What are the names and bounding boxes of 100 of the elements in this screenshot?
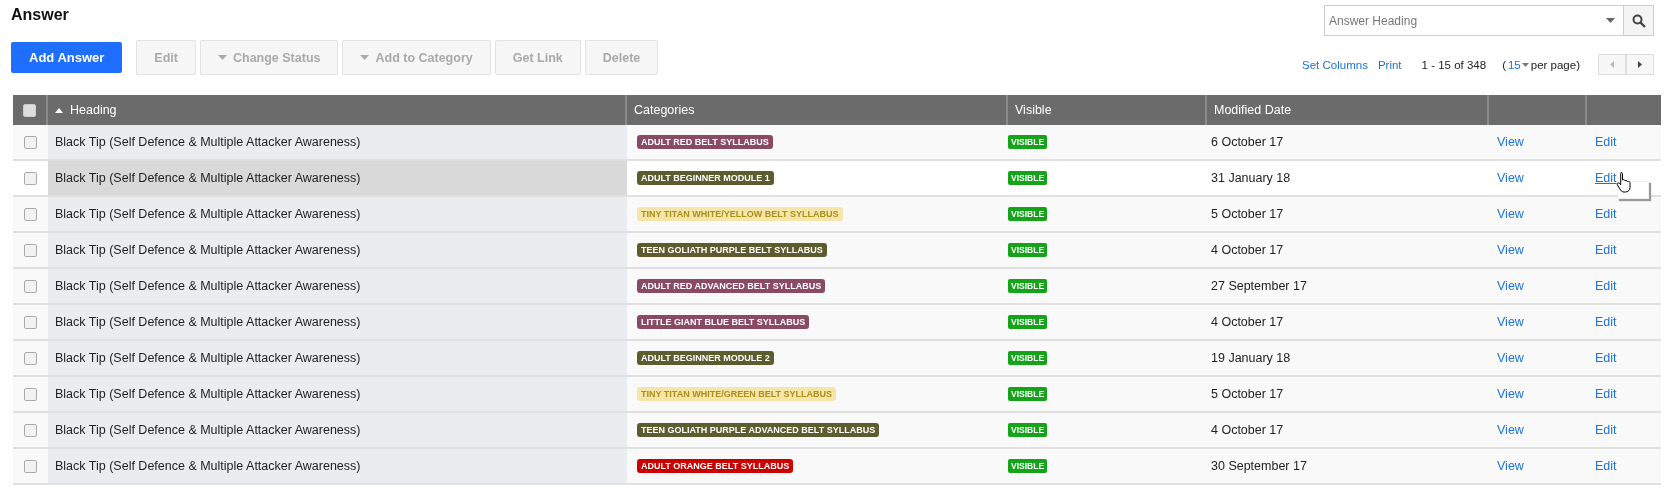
table-row[interactable]: Black Tip (Self Defence & Multiple Attacker Awareness) TEEN GOLIATH PURPLE ADVANCED BELT SYLLABUS VISIBLE 4 October 17 View Edit xyxy=(13,413,1661,449)
view-link[interactable]: View xyxy=(1497,387,1524,401)
edit-link[interactable]: Edit xyxy=(1595,459,1617,473)
column-header[interactable]: Categories xyxy=(634,103,695,117)
row-checkbox[interactable] xyxy=(24,207,37,221)
column-header[interactable]: Heading xyxy=(70,103,117,117)
table-row[interactable]: Black Tip (Self Defence & Multiple Attacker Awareness) ADULT BEGINNER MODULE 2 VISIBLE 19 January 18 View Edit xyxy=(13,341,1661,377)
table-row[interactable]: Black Tip (Self Defence & Multiple Attacker Awareness) ADULT BEGINNER MODULE 1 VISIBLE 31 January 18 View Edit xyxy=(13,161,1661,197)
heading-cell: Black Tip (Self Defence & Multiple Attacker Awareness) xyxy=(55,171,361,185)
category-tag: LITTLE GIANT BLUE BELT SYLLABUS xyxy=(637,315,810,329)
dropdown-caret-icon xyxy=(1606,18,1615,23)
row-checkbox[interactable] xyxy=(24,423,37,437)
add-answer-button[interactable]: Add Answer xyxy=(11,42,123,73)
row-checkbox[interactable] xyxy=(24,315,37,329)
row-checkbox[interactable] xyxy=(24,459,37,473)
status-tag: VISIBLE xyxy=(1008,387,1048,401)
right-arrow-icon xyxy=(1638,61,1642,68)
category-tag: TEEN GOLIATH PURPLE ADVANCED BELT SYLLABUS xyxy=(637,423,880,437)
per-page-label: per page) xyxy=(1530,58,1580,71)
toolbar-link[interactable]: Print xyxy=(1377,58,1402,71)
heading-cell: Black Tip (Self Defence & Multiple Attacker Awareness) xyxy=(55,387,361,401)
edit-link[interactable]: Edit xyxy=(1595,243,1617,257)
left-arrow-icon xyxy=(1610,61,1614,68)
view-link[interactable]: View xyxy=(1497,243,1524,257)
view-link[interactable]: View xyxy=(1497,279,1524,293)
view-link[interactable]: View xyxy=(1497,315,1524,329)
search-field[interactable]: Answer Heading xyxy=(1324,5,1624,36)
search-icon xyxy=(1631,13,1646,28)
date-cell: 5 October 17 xyxy=(1211,387,1284,401)
select-all-checkbox[interactable] xyxy=(23,103,36,117)
edit-link[interactable]: Edit xyxy=(1595,423,1617,437)
heading-cell: Black Tip (Self Defence & Multiple Attacker Awareness) xyxy=(55,423,361,437)
row-checkbox[interactable] xyxy=(24,387,37,401)
date-cell: 5 October 17 xyxy=(1211,207,1284,221)
row-checkbox[interactable] xyxy=(24,135,37,149)
row-checkbox[interactable] xyxy=(24,279,37,293)
view-link[interactable]: View xyxy=(1497,459,1524,473)
category-tag: TEEN GOLIATH PURPLE BELT SYLLABUS xyxy=(637,243,827,257)
table-row[interactable]: Black Tip (Self Defence & Multiple Attacker Awareness) TEEN GOLIATH PURPLE BELT SYLLABUS VISIBLE 4 October 17 View Edit xyxy=(13,233,1661,269)
heading-cell: Black Tip (Self Defence & Multiple Attacker Awareness) xyxy=(55,279,361,293)
table-row[interactable]: Black Tip (Self Defence & Multiple Attacker Awareness) TINY TITAN WHITE/YELLOW BELT SYLLABUS VISIBLE 5 October 17 View Edit xyxy=(13,197,1661,233)
status-tag: VISIBLE xyxy=(1008,351,1048,365)
status-tag: VISIBLE xyxy=(1008,171,1048,185)
edit-link[interactable]: Edit xyxy=(1595,279,1617,293)
status-tag: VISIBLE xyxy=(1008,207,1048,221)
table-row[interactable]: Black Tip (Self Defence & Multiple Attacker Awareness) ADULT RED BELT SYLLABUS VISIBLE 6 October 17 View Edit xyxy=(13,125,1661,161)
view-link[interactable]: View xyxy=(1497,171,1524,185)
table-row[interactable]: Black Tip (Self Defence & Multiple Attacker Awareness) ADULT ORANGE BELT SYLLABUS VISIBLE 30 September 17 View Edit xyxy=(13,449,1661,485)
next-page-button[interactable] xyxy=(1626,54,1654,75)
status-tag: VISIBLE xyxy=(1008,315,1048,329)
status-tag: VISIBLE xyxy=(1008,423,1048,437)
column-header[interactable]: Modified Date xyxy=(1214,103,1292,117)
edit-link[interactable]: Edit xyxy=(1595,171,1617,185)
view-link[interactable]: View xyxy=(1497,207,1524,221)
status-tag: VISIBLE xyxy=(1008,243,1048,257)
view-link[interactable]: View xyxy=(1497,423,1524,437)
date-cell: 4 October 17 xyxy=(1211,423,1284,437)
table-row[interactable]: Black Tip (Self Defence & Multiple Attacker Awareness) LITTLE GIANT BLUE BELT SYLLABUS VISIBLE 4 October 17 View Edit xyxy=(13,305,1661,341)
status-tag: VISIBLE xyxy=(1008,459,1048,473)
edit-link[interactable]: Edit xyxy=(1595,387,1617,401)
heading-cell: Black Tip (Self Defence & Multiple Attacker Awareness) xyxy=(55,243,361,257)
category-tag: ADULT RED BELT SYLLABUS xyxy=(637,135,773,149)
sort-ascending-icon xyxy=(55,107,63,113)
date-cell: 4 October 17 xyxy=(1211,315,1284,329)
category-tag: TINY TITAN WHITE/YELLOW BELT SYLLABUS xyxy=(637,207,843,221)
date-cell: 30 September 17 xyxy=(1211,459,1307,473)
per-page-select[interactable]: 15 xyxy=(1507,58,1529,71)
edit-link[interactable]: Edit xyxy=(1595,135,1617,149)
toolbar-link[interactable]: Set Columns xyxy=(1302,58,1368,71)
date-cell: 27 September 17 xyxy=(1211,279,1307,293)
page-title: Answer xyxy=(11,6,70,24)
category-tag: ADULT BEGINNER MODULE 2 xyxy=(637,351,774,365)
table-row[interactable]: Black Tip (Self Defence & Multiple Attacker Awareness) TINY TITAN WHITE/GREEN BELT SYLLABUS VISIBLE 5 October 17 View Edit xyxy=(13,377,1661,413)
table-row[interactable]: Black Tip (Self Defence & Multiple Attacker Awareness) ADULT RED ADVANCED BELT SYLLABUS VISIBLE 27 September 17 View Edit xyxy=(13,269,1661,305)
heading-cell: Black Tip (Self Defence & Multiple Attacker Awareness) xyxy=(55,207,361,221)
status-tag: VISIBLE xyxy=(1008,135,1048,149)
page-range: 1 - 15 of 348 xyxy=(1421,58,1487,71)
search-button[interactable] xyxy=(1624,5,1654,36)
row-checkbox[interactable] xyxy=(24,171,37,185)
category-tag: ADULT BEGINNER MODULE 1 xyxy=(637,171,774,185)
row-checkbox[interactable] xyxy=(24,351,37,365)
date-cell: 31 January 18 xyxy=(1211,171,1291,185)
status-tag: VISIBLE xyxy=(1008,279,1048,293)
heading-cell: Black Tip (Self Defence & Multiple Attacker Awareness) xyxy=(55,459,361,473)
column-header[interactable]: Visible xyxy=(1015,103,1052,117)
view-link[interactable]: View xyxy=(1497,135,1524,149)
date-cell: 19 January 18 xyxy=(1211,351,1291,365)
category-tag: ADULT ORANGE BELT SYLLABUS xyxy=(637,459,794,473)
date-cell: 6 October 17 xyxy=(1211,135,1284,149)
view-link[interactable]: View xyxy=(1497,351,1524,365)
heading-cell: Black Tip (Self Defence & Multiple Attacker Awareness) xyxy=(55,351,361,365)
per-page-open: ( xyxy=(1502,58,1506,71)
category-tag: TINY TITAN WHITE/GREEN BELT SYLLABUS xyxy=(637,387,836,401)
edit-link[interactable]: Edit xyxy=(1595,315,1617,329)
edit-link[interactable]: Edit xyxy=(1595,207,1617,221)
category-tag: ADULT RED ADVANCED BELT SYLLABUS xyxy=(637,279,826,293)
row-checkbox[interactable] xyxy=(24,243,37,257)
heading-cell: Black Tip (Self Defence & Multiple Attacker Awareness) xyxy=(55,315,361,329)
caret-icon xyxy=(1521,62,1529,67)
edit-link[interactable]: Edit xyxy=(1595,351,1617,365)
